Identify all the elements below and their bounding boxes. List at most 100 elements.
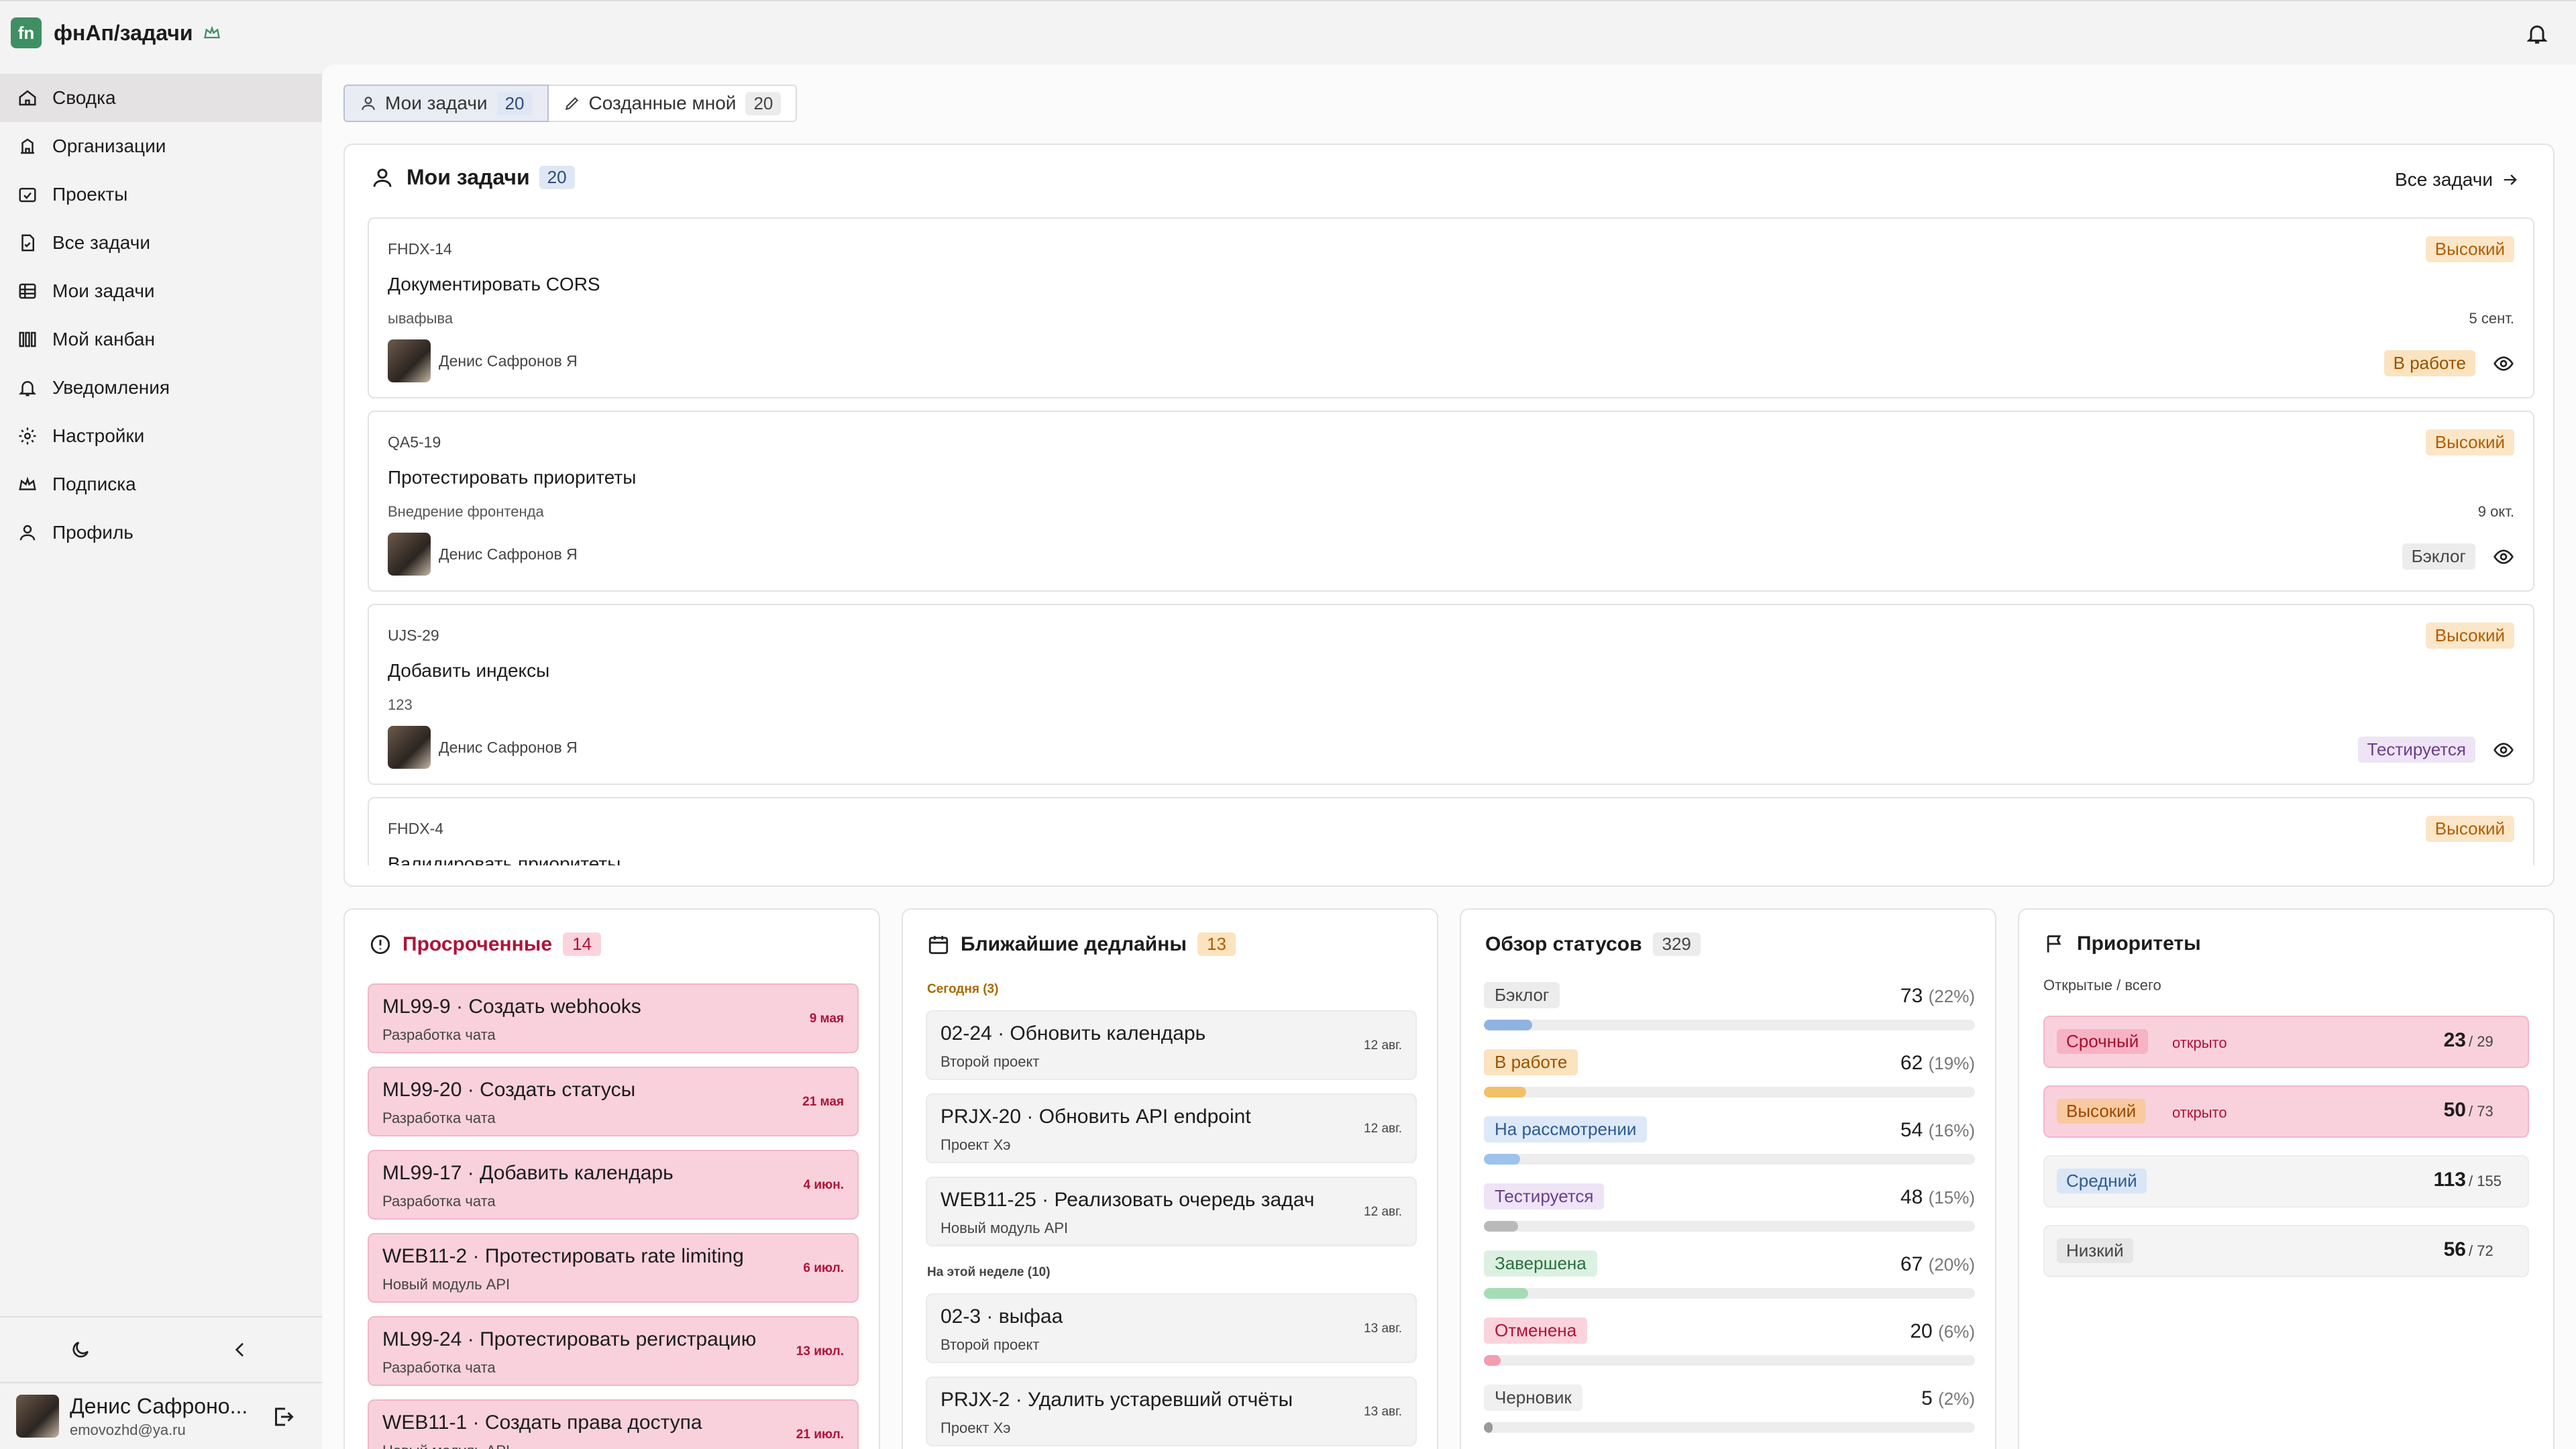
- sidebar-item-settings[interactable]: Настройки: [0, 412, 322, 460]
- priority-row[interactable]: Высокий открыто 50/ 73: [2043, 1085, 2529, 1138]
- task-list: FHDX-14 Документировать CORS ывафыва 5 с…: [368, 217, 2534, 865]
- overdue-item[interactable]: ML99-17 · Добавить календарь Разработка ч…: [368, 1150, 859, 1220]
- deadline-item[interactable]: 02-24 · Обновить календарь Второй проект 1…: [926, 1010, 1417, 1080]
- deadline-item[interactable]: PRJX-20 · Обновить API endpoint Проект Хэ…: [926, 1093, 1417, 1163]
- deadline-item[interactable]: WEB11-25 · Реализовать очередь задач Новы…: [926, 1177, 1417, 1246]
- item-project: Разработка чата: [382, 1110, 496, 1126]
- panel-count: 329: [1652, 932, 1701, 956]
- priority-badge: Высокий: [2425, 429, 2514, 455]
- tab-label: Созданные мной: [588, 93, 737, 113]
- app-logo[interactable]: fn: [11, 17, 42, 48]
- status-row[interactable]: Бэклог 73 (22%): [1484, 982, 1975, 1030]
- priority-row[interactable]: Средний 113/ 155: [2043, 1155, 2529, 1208]
- item-title: 02-3 · выфаа: [941, 1305, 1063, 1328]
- status-row[interactable]: На рассмотрении 54 (16%): [1484, 1116, 1975, 1165]
- status-label: На рассмотрении: [1484, 1116, 1648, 1142]
- panel-title: Просроченные: [402, 932, 553, 955]
- task-title: Добавить индексы: [388, 660, 550, 681]
- status-row[interactable]: Отменена 20 (6%): [1484, 1318, 1975, 1366]
- task-card[interactable]: UJS-29 Добавить индексы 123 Денис Сафрон…: [368, 604, 2534, 785]
- item-date: 4 июн.: [803, 1178, 844, 1192]
- sidebar-item-organizations[interactable]: Организации: [0, 122, 322, 170]
- sidebar-item-label: Все задачи: [52, 232, 150, 253]
- overdue-item[interactable]: ML99-20 · Создать статусы Разработка чата…: [368, 1067, 859, 1136]
- status-badge: Тестируется: [2357, 737, 2475, 763]
- calendar-icon: [928, 935, 949, 954]
- status-bar: [1484, 1154, 1975, 1165]
- eye-icon[interactable]: [2493, 353, 2514, 374]
- status-row[interactable]: Завершена 67 (20%): [1484, 1250, 1975, 1299]
- sidebar-item-notifications[interactable]: Уведомления: [0, 364, 322, 412]
- eye-icon[interactable]: [2493, 546, 2514, 568]
- chevron-left-icon[interactable]: [229, 1339, 251, 1360]
- sidebar-item-my-kanban[interactable]: Мой канбан: [0, 315, 322, 364]
- sidebar-item-all-tasks[interactable]: Все задачи: [0, 219, 322, 267]
- all-tasks-link[interactable]: Все задачи: [2395, 169, 2520, 191]
- overdue-item[interactable]: ML99-24 · Протестировать регистрацию Разр…: [368, 1316, 859, 1386]
- flag-icon: [2047, 935, 2061, 953]
- status-bar: [1484, 1087, 1975, 1097]
- status-row[interactable]: Черновик 5 (2%): [1484, 1385, 1975, 1433]
- item-title: ML99-9 · Создать webhooks: [382, 996, 641, 1018]
- task-card[interactable]: FHDX-14 Документировать CORS ывафыва 5 с…: [368, 217, 2534, 398]
- item-project: Новый модуль API: [382, 1276, 511, 1293]
- user-box[interactable]: Денис Сафроно... emovozhd@ya.ru: [0, 1383, 322, 1449]
- sidebar-item-subscription[interactable]: Подписка: [0, 460, 322, 508]
- user-name: Денис Сафроно...: [70, 1393, 248, 1418]
- priority-row[interactable]: Срочный открыто 23/ 29: [2043, 1016, 2529, 1068]
- moon-icon[interactable]: [70, 1339, 91, 1360]
- priority-row[interactable]: Низкий 56/ 72: [2043, 1225, 2529, 1277]
- overdue-item[interactable]: ML99-9 · Создать webhooks Разработка чата…: [368, 983, 859, 1053]
- deadline-item[interactable]: 02-3 · выфаа Второй проект 13 авг.: [926, 1293, 1417, 1363]
- status-row[interactable]: В работе 62 (19%): [1484, 1049, 1975, 1097]
- status-percent: (6%): [1938, 1322, 1975, 1342]
- panel-title: Ближайшие дедлайны: [961, 932, 1187, 955]
- task-assignee: Денис Сафронов Я: [388, 533, 578, 576]
- item-title: WEB11-2 · Протестировать rate limiting: [382, 1245, 744, 1267]
- eye-icon[interactable]: [2493, 739, 2514, 761]
- item-project: Проект Хэ: [941, 1419, 1011, 1436]
- item-project: Новый модуль API: [382, 1442, 510, 1449]
- status-label: В работе: [1484, 1049, 1578, 1075]
- tab-my-tasks[interactable]: Мои задачи 20: [343, 85, 549, 122]
- sidebar-item-label: Уведомления: [52, 377, 170, 398]
- item-date: 21 мая: [802, 1095, 844, 1109]
- status-row[interactable]: Тестируется 48 (15%): [1484, 1183, 1975, 1232]
- overdue-panel: Просроченные 14 ML99-9 · Создать webhook…: [343, 908, 880, 1449]
- overdue-item[interactable]: WEB11-1 · Создать права доступа Новый мод…: [368, 1399, 859, 1449]
- priority-total: / 73: [2469, 1103, 2493, 1120]
- sidebar-item-label: Организации: [52, 136, 166, 156]
- task-description: 123: [388, 696, 413, 713]
- overdue-item[interactable]: WEB11-2 · Протестировать rate limiting Но…: [368, 1233, 859, 1303]
- all-tasks-label: Все задачи: [2395, 169, 2493, 190]
- status-bar-fill: [1484, 1087, 1526, 1097]
- user-email: emovozhd@ya.ru: [70, 1421, 186, 1438]
- status-bar: [1484, 1288, 1975, 1299]
- priority-label: Высокий: [2057, 1099, 2146, 1124]
- priority-label: Средний: [2057, 1169, 2147, 1193]
- status-percent: (22%): [1928, 986, 1975, 1006]
- panel-count: 14: [563, 932, 601, 956]
- gear-icon: [19, 427, 36, 445]
- status-bar-fill: [1484, 1020, 1532, 1030]
- sidebar-item-label: Мои задачи: [52, 280, 155, 301]
- logout-icon[interactable]: [271, 1405, 295, 1429]
- sidebar-item-summary[interactable]: Сводка: [0, 74, 322, 122]
- file-check-icon: [21, 234, 34, 252]
- task-card[interactable]: FHDX-4 Валидировать приоритеты Высокий: [368, 797, 2534, 865]
- tab-created-by-me[interactable]: Созданные мной 20: [548, 85, 798, 122]
- group-label-today: Сегодня (3): [927, 982, 999, 996]
- status-percent: (16%): [1928, 1120, 1975, 1140]
- notifications-bell-icon[interactable]: [2525, 21, 2549, 46]
- task-card[interactable]: QA5-19 Протестировать приоритеты Внедрен…: [368, 411, 2534, 592]
- app-title[interactable]: фнАп/задачи: [54, 21, 193, 46]
- priority-open-label: открыто: [2172, 1104, 2227, 1121]
- deadline-item[interactable]: PRJX-2 · Удалить устаревший отчёты Проект…: [926, 1377, 1417, 1446]
- sidebar-item-profile[interactable]: Профиль: [0, 508, 322, 557]
- status-percent: (15%): [1928, 1187, 1975, 1208]
- sidebar-item-projects[interactable]: Проекты: [0, 170, 322, 219]
- panel-title: Мои задачи: [407, 165, 530, 189]
- panel-count: 20: [539, 166, 575, 189]
- sidebar-item-my-tasks[interactable]: Мои задачи: [0, 267, 322, 315]
- status-bar-fill: [1484, 1422, 1493, 1433]
